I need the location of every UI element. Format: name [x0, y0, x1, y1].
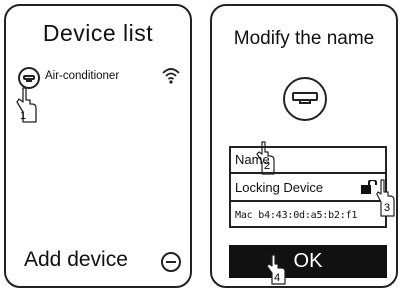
- name-field[interactable]: Name: [229, 146, 387, 172]
- device-name-label[interactable]: Air-conditioner: [45, 70, 119, 82]
- callout-number: 1: [20, 110, 26, 122]
- minus-circle-icon[interactable]: [161, 252, 181, 272]
- locking-device-row[interactable]: Locking Device: [229, 172, 387, 200]
- callout-number: 2: [264, 160, 270, 172]
- air-conditioner-icon: [283, 77, 327, 121]
- ok-button[interactable]: OK: [229, 245, 387, 278]
- mac-address-row: Mac b4:43:0d:a5:b2:f1: [229, 200, 387, 228]
- hand-pointer-icon: 3: [376, 179, 395, 217]
- add-device-button[interactable]: Add device: [24, 248, 128, 272]
- modify-title: Modify the name: [233, 28, 375, 49]
- hand-pointer-icon: 4: [266, 254, 286, 285]
- locking-device-label: Locking Device: [235, 180, 324, 195]
- hand-pointer-icon: 2: [256, 141, 275, 175]
- callout-number: 3: [384, 202, 390, 214]
- device-list-screen: Device list Air-conditioner 1 Add device: [4, 4, 192, 288]
- device-list-title: Device list: [42, 20, 154, 46]
- hand-pointer-icon: 1: [16, 87, 37, 123]
- wifi-icon: [162, 68, 180, 84]
- modify-name-screen: Modify the name Name Locking Device Mac …: [210, 4, 398, 288]
- mac-address: Mac b4:43:0d:a5:b2:f1: [235, 210, 358, 221]
- callout-number: 4: [274, 272, 280, 284]
